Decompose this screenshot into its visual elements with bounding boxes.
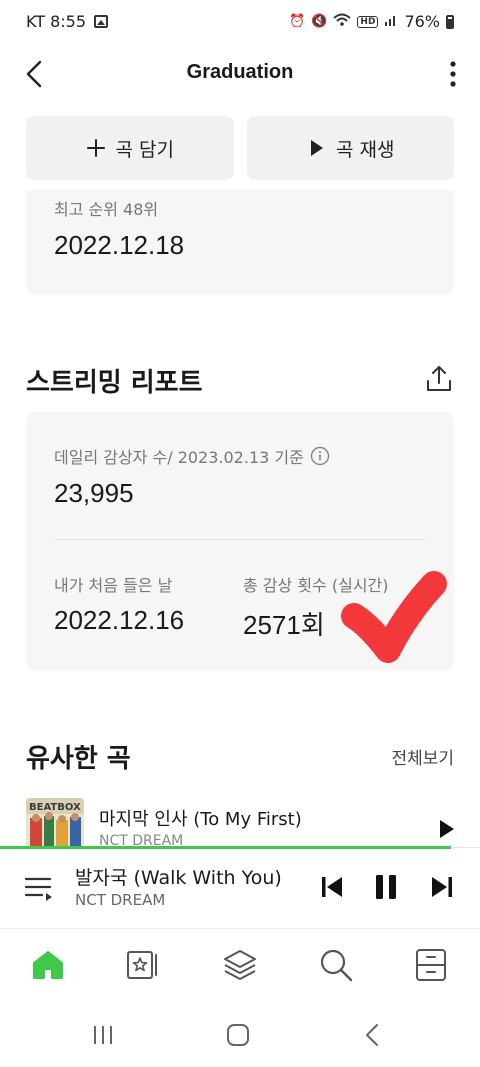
skip-next-icon [432,877,452,897]
app-header: Graduation [0,46,480,102]
recent-apps-icon [94,1026,112,1044]
add-song-button[interactable]: 곡 담기 [26,116,234,180]
svg-text:BEATBOX: BEATBOX [29,802,81,813]
add-song-label: 곡 담기 [115,138,174,161]
page-title: Graduation [186,61,294,83]
hd-icon: HD [357,15,379,28]
similar-song-title: 마지막 인사 (To My First) [99,809,302,830]
daily-listeners-label: 데일리 감상자 수/ 2023.02.13 기준 [54,448,304,467]
nav-home[interactable] [30,947,66,983]
similar-song-play-button[interactable] [436,818,456,840]
nav-search[interactable] [318,947,354,983]
system-navigation [0,1004,480,1067]
storage-icon [416,949,446,981]
battery-icon [446,14,454,29]
similar-songs-title: 유사한 곡 [26,744,131,774]
home-system-button[interactable] [225,1022,251,1048]
first-listen-value: 2022.12.16 [54,605,185,635]
skip-previous-icon [322,877,342,897]
plus-icon [86,139,105,157]
previous-button[interactable] [318,873,346,901]
now-playing-artist: NCT DREAM [75,891,166,909]
gallery-notification-icon [94,15,109,28]
pause-button[interactable] [372,873,400,901]
status-right: ⏰ 🔇 HD 76% [289,12,454,31]
back-system-button[interactable] [360,1022,386,1048]
report-divider [54,539,426,540]
signal-icon [384,13,398,31]
play-icon [440,820,454,838]
daily-listeners-value: 23,995 [54,478,134,508]
playlist-button[interactable] [24,873,54,903]
view-all-link[interactable]: 전체보기 [391,744,454,769]
mini-player: 발자국 (Walk With You) NCT DREAM [0,849,480,927]
total-plays-value: 2571회 [243,610,325,640]
bottom-navigation [0,928,480,1004]
search-icon [320,949,353,982]
first-listen-label: 내가 처음 들은 날 [54,576,173,595]
alarm-icon: ⏰ [289,14,306,29]
play-song-button[interactable]: 곡 재생 [246,116,454,180]
nav-storage[interactable] [413,947,449,983]
play-song-label: 곡 재생 [336,138,395,161]
info-icon[interactable] [310,446,330,466]
album-art-thumbnail: BEATBOX [26,798,84,848]
battery-percent: 76% [404,12,440,31]
red-checkmark-drawing [341,571,447,663]
mute-icon: 🔇 [311,14,328,29]
home-icon [33,951,63,979]
next-button[interactable] [428,873,456,901]
action-buttons: 곡 담기 곡 재생 [26,116,454,180]
more-vertical-icon [450,61,456,87]
status-left: KT 8:55 [26,12,109,31]
library-icon [127,951,157,979]
pause-icon [376,875,396,899]
play-icon [311,140,323,156]
share-icon [427,366,451,391]
peak-rank-label: 최고 순위 48위 [54,200,159,219]
wifi-icon [333,13,352,31]
nav-layers[interactable] [222,947,258,983]
status-bar: KT 8:55 ⏰ 🔇 HD 76% [0,0,480,44]
daily-listeners-label-row: 데일리 감상자 수/ 2023.02.13 기준 [54,444,330,468]
back-chevron-icon [366,1024,378,1046]
home-square-icon [227,1024,249,1046]
playback-progress-track [451,847,480,848]
similar-song-row[interactable]: BEATBOX 마지막 인사 (To My First) NCT DREAM [26,798,454,848]
peak-rank-card: 최고 순위 48위 2022.12.18 [26,190,454,294]
recent-apps-button[interactable] [90,1022,116,1048]
layers-icon [224,950,256,980]
playlist-icon [24,877,52,901]
carrier-time: KT 8:55 [26,12,87,31]
share-button[interactable] [424,364,454,394]
nav-library[interactable] [125,947,161,983]
peak-rank-date: 2022.12.18 [54,230,185,260]
now-playing-title[interactable]: 발자국 (Walk With You) [75,863,282,890]
more-options-button[interactable] [446,56,460,92]
streaming-report-title: 스트리밍 리포트 [26,368,203,398]
